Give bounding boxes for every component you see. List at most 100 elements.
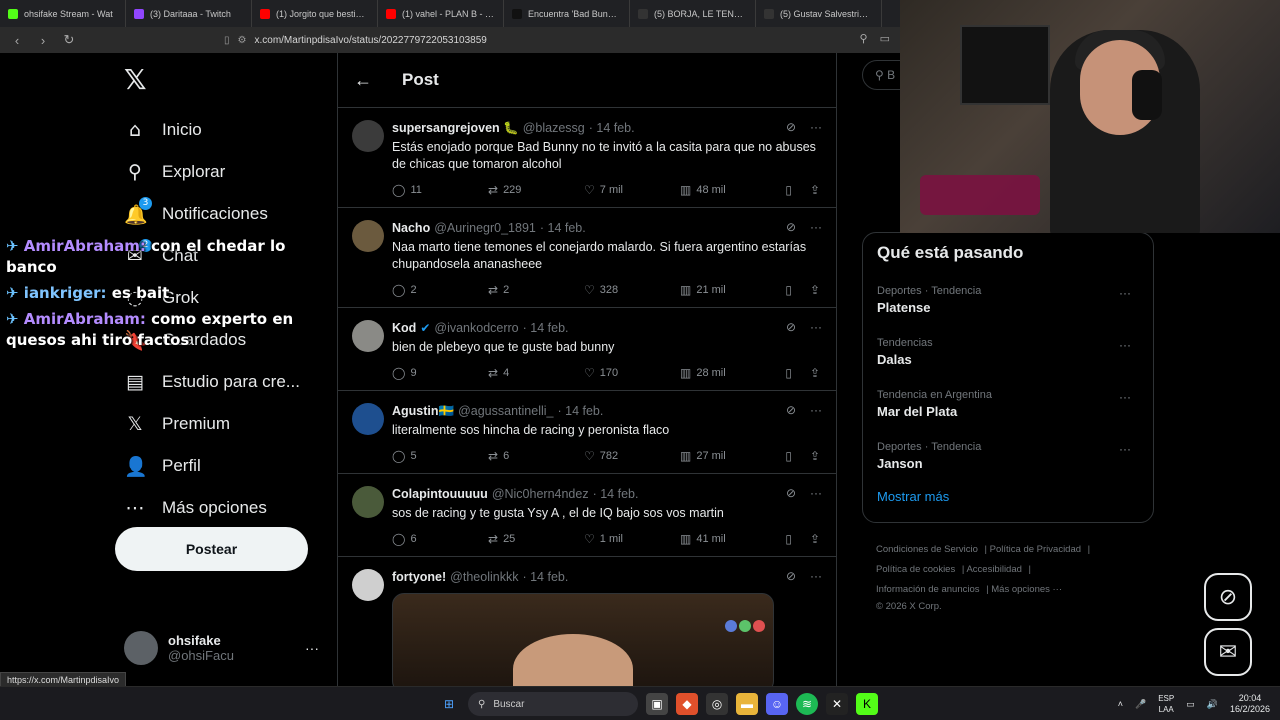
like-button[interactable]: ♡ 782 — [584, 449, 680, 463]
tweet-date[interactable]: · 14 feb. — [557, 404, 603, 418]
brave-browser-icon[interactable]: ◆ — [676, 693, 698, 715]
repost-button[interactable]: ⇄ 4 — [488, 366, 584, 380]
tweet-date[interactable]: · 14 feb. — [523, 321, 569, 335]
trend-item[interactable]: Deportes · Tendencia Platense ··· — [877, 273, 1139, 325]
tweet-author-handle[interactable]: @blazessg — [523, 121, 585, 135]
file-explorer-icon[interactable]: ▬ — [736, 693, 758, 715]
reply-button[interactable]: ◯ 5 — [392, 449, 488, 463]
avatar[interactable] — [352, 403, 384, 435]
more-icon[interactable]: ··· — [1119, 338, 1131, 352]
grok-icon[interactable]: ⊘ — [1204, 573, 1252, 621]
repost-button[interactable]: ⇄ 2 — [488, 283, 584, 297]
views-button[interactable]: ▥ 21 mil — [680, 283, 776, 297]
bookmark-icon[interactable]: ▯ — [785, 283, 792, 297]
back-arrow-icon[interactable]: ‹ — [8, 33, 26, 48]
browser-tab[interactable]: Encuentra 'Bad Bunny Llev — [504, 0, 630, 27]
microphone-icon[interactable]: 🎤 — [1135, 699, 1146, 710]
tweet-author-handle[interactable]: @ivankodcerro — [434, 321, 518, 335]
more-icon[interactable]: ··· — [810, 486, 822, 500]
footer-ads[interactable]: Información de anuncios — [876, 584, 980, 595]
nav-item-profile[interactable]: 👤 Perfil — [124, 445, 300, 487]
like-button[interactable]: ♡ 328 — [584, 283, 680, 297]
clock[interactable]: 20:04 16/2/2026 — [1230, 693, 1270, 715]
bookmark-icon[interactable]: ▯ — [224, 35, 230, 46]
tray-chevron-icon[interactable]: ˄ — [1118, 699, 1123, 709]
tweet-media-image[interactable] — [392, 593, 774, 686]
back-arrow-icon[interactable]: ← — [354, 70, 372, 91]
account-more-icon[interactable]: ··· — [305, 640, 319, 656]
more-icon[interactable]: ··· — [810, 403, 822, 417]
nav-item-creator-studio[interactable]: ▤ Estudio para cre... — [124, 361, 300, 403]
language-indicator[interactable]: ESP LAA — [1158, 693, 1174, 715]
tweet-author-name[interactable]: supersangrejoven 🐛 — [392, 121, 519, 136]
account-switcher[interactable]: ohsifake @ohsiFacu — [124, 631, 234, 665]
tweet-author-handle[interactable]: @theolinkkk — [450, 570, 518, 584]
share-icon[interactable]: ⇪ — [810, 183, 820, 197]
repost-button[interactable]: ⇄ 6 — [488, 449, 584, 463]
task-view-icon[interactable]: ▣ — [646, 693, 668, 715]
tweet[interactable]: Colapintouuuuu @Nic0hern4ndez · 14 feb. ⊘ ··… — [338, 474, 836, 557]
avatar[interactable] — [352, 486, 384, 518]
browser-tab[interactable]: ohsifake Stream - Wat — [0, 0, 126, 27]
tweet-author-handle[interactable]: @Aurinegr0_1891 — [434, 221, 536, 235]
share-icon[interactable]: ⇪ — [810, 532, 820, 546]
reload-icon[interactable]: ↻ — [60, 32, 78, 48]
tweet-author-name[interactable]: fortyone! — [392, 570, 446, 584]
address-bar[interactable]: ▯ ⚙ x.com/MartinpdisaIvo/status/20227797… — [224, 30, 900, 50]
browser-tab[interactable]: (5) BORJA, LE TENES QUE — [630, 0, 756, 27]
cast-icon[interactable]: ▭ — [880, 32, 890, 45]
nav-item-premium[interactable]: 𝕏 Premium — [124, 403, 300, 445]
reply-button[interactable]: ◯ 2 — [392, 283, 488, 297]
reply-button[interactable]: ◯ 6 — [392, 532, 488, 546]
footer-more[interactable]: Más opciones ··· — [991, 584, 1062, 595]
site-info-icon[interactable]: ⚙ — [238, 35, 247, 46]
more-icon[interactable]: ··· — [810, 120, 822, 134]
post-button[interactable]: Postear — [115, 527, 308, 571]
tweet-author-name[interactable]: Nacho — [392, 221, 430, 235]
tweet[interactable]: supersangrejoven 🐛 @blazessg · 14 feb. ⊘ ···… — [338, 108, 836, 208]
avatar[interactable] — [352, 569, 384, 601]
more-icon[interactable]: ··· — [810, 320, 822, 334]
tweet-author-name[interactable]: Colapintouuuuu — [392, 487, 488, 501]
forward-arrow-icon[interactable]: › — [34, 33, 52, 48]
avatar[interactable] — [352, 120, 384, 152]
views-button[interactable]: ▥ 48 mil — [680, 183, 776, 197]
windows-start-icon[interactable]: ⊞ — [438, 693, 460, 715]
app-icon[interactable]: ◎ — [706, 693, 728, 715]
views-button[interactable]: ▥ 41 mil — [680, 532, 776, 546]
more-icon[interactable]: ··· — [810, 569, 822, 583]
bookmark-icon[interactable]: ▯ — [785, 449, 792, 463]
repost-button[interactable]: ⇄ 229 — [488, 183, 584, 197]
trend-item[interactable]: Tendencias Dalas ··· — [877, 325, 1139, 377]
grok-icon[interactable]: ⊘ — [786, 486, 796, 500]
grok-icon[interactable]: ⊘ — [786, 403, 796, 417]
like-button[interactable]: ♡ 170 — [584, 366, 680, 380]
trend-item[interactable]: Tendencia en Argentina Mar del Plata ··· — [877, 377, 1139, 429]
bookmark-icon[interactable]: ▯ — [785, 183, 792, 197]
views-button[interactable]: ▥ 28 mil — [680, 366, 776, 380]
tweet-date[interactable]: · 14 feb. — [589, 121, 635, 135]
more-icon[interactable]: ··· — [1119, 390, 1131, 404]
tweet-date[interactable]: · 14 feb. — [540, 221, 586, 235]
browser-tab[interactable]: (1) vahel - PLAN B - YouTu — [378, 0, 504, 27]
nav-item-explore[interactable]: ⚲ Explorar — [124, 151, 300, 193]
grok-icon[interactable]: ⊘ — [786, 569, 796, 583]
avatar[interactable] — [352, 320, 384, 352]
discord-icon[interactable]: ☺ — [766, 693, 788, 715]
kick-icon[interactable]: K — [856, 693, 878, 715]
tweet-author-handle[interactable]: @Nic0hern4ndez — [492, 487, 589, 501]
tweet[interactable]: fortyone! @theolinkkk · 14 feb. ⊘ ··· — [338, 557, 836, 686]
tweet-date[interactable]: · 14 feb. — [593, 487, 639, 501]
views-button[interactable]: ▥ 27 mil — [680, 449, 776, 463]
spotify-icon[interactable]: ≋ — [796, 693, 818, 715]
more-icon[interactable]: ··· — [1119, 442, 1131, 456]
tweet-author-name[interactable]: Kod — [392, 321, 416, 335]
footer-accessibility[interactable]: Accesibilidad — [966, 564, 1021, 575]
avatar[interactable] — [352, 220, 384, 252]
tweet[interactable]: Agustin🇸🇪 @agussantinelli_ · 14 feb. ⊘ ··· li… — [338, 391, 836, 474]
more-icon[interactable]: ··· — [1119, 286, 1131, 300]
trend-item[interactable]: Deportes · Tendencia Janson ··· — [877, 429, 1139, 481]
footer-terms[interactable]: Condiciones de Servicio — [876, 544, 978, 555]
like-button[interactable]: ♡ 1 mil — [584, 532, 680, 546]
reply-button[interactable]: ◯ 9 — [392, 366, 488, 380]
